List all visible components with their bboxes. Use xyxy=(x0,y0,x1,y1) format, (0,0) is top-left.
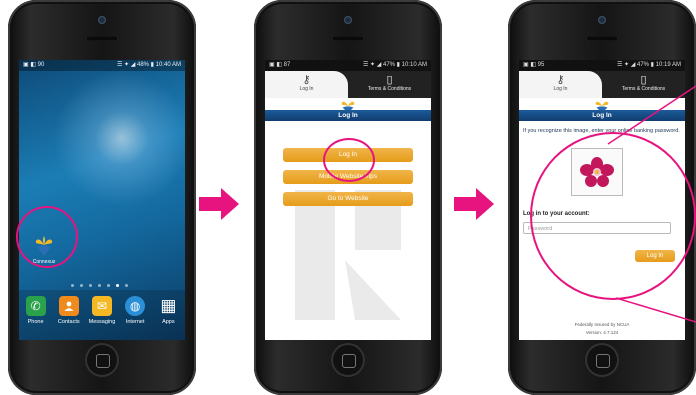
dock-app-phone[interactable]: ✆ Phone xyxy=(21,296,51,325)
speaker-grille xyxy=(586,36,618,41)
dock-app-contacts[interactable]: Contacts xyxy=(54,296,84,325)
arrow-right-icon xyxy=(199,188,239,220)
status-bar: ▣ ◧ 95 ☰ ✦ ◢ 47% ▮ 10:19 AM xyxy=(519,60,685,71)
dock-app-internet[interactable]: ◍ Internet xyxy=(120,296,150,325)
dock-app-messaging[interactable]: ✉ Messaging xyxy=(87,296,117,325)
tab-log-in[interactable]: ⚷ Log In xyxy=(265,71,348,98)
status-left: ▣ ◧ 95 xyxy=(523,62,545,68)
tab-terms[interactable]: ▯ Terms & Conditions xyxy=(348,71,431,98)
camera-icon xyxy=(98,16,106,24)
page-indicator xyxy=(71,284,128,287)
login-menu-screen: ▣ ◧ 87 ☰ ✦ ◢ 47% ▮ 10:10 AM ⚷ Log In ▯ Ter… xyxy=(265,60,431,340)
key-icon: ⚷ xyxy=(302,74,311,86)
status-left: ▣ ◧ 87 xyxy=(269,62,291,68)
phone-login-menu: ▣ ◧ 87 ☰ ✦ ◢ 47% ▮ 10:10 AM ⚷ Log In ▯ Ter… xyxy=(254,0,442,395)
dock-label: Phone xyxy=(27,319,44,325)
status-right: ☰ ✦ ◢ 47% ▮ 10:10 AM xyxy=(362,62,427,68)
home-button[interactable] xyxy=(585,343,619,377)
page-title: Log In xyxy=(265,110,431,121)
camera-icon xyxy=(598,16,606,24)
top-tabs: ⚷ Log In ▯ Terms & Conditions xyxy=(265,71,431,98)
camera-icon xyxy=(344,16,352,24)
speaker-grille xyxy=(86,36,118,41)
status-left: ▣ ◧ 90 xyxy=(23,62,45,68)
app-dock: ✆ Phone Contacts ✉ Messaging ◍ Internet … xyxy=(19,290,185,340)
arrow-right-icon xyxy=(454,188,494,220)
dock-label: Apps xyxy=(162,319,175,325)
dock-app-apps[interactable]: ▦ Apps xyxy=(153,296,183,325)
highlight-circle-login xyxy=(323,138,375,182)
home-button[interactable] xyxy=(85,343,119,377)
contacts-icon xyxy=(58,296,79,316)
messaging-icon: ✉ xyxy=(91,296,112,316)
version-label: Version: 4.7.124 xyxy=(585,330,619,335)
callout-lines xyxy=(607,85,696,323)
status-right: ☰ ✦ ◢ 47% ▮ 10:19 AM xyxy=(616,62,681,68)
speaker-grille xyxy=(332,36,364,41)
document-icon: ▯ xyxy=(386,74,393,86)
dock-label: Internet xyxy=(125,319,145,325)
tab-label: Log In xyxy=(553,86,568,92)
dock-label: Messaging xyxy=(88,319,116,325)
highlight-circle-app xyxy=(16,206,78,268)
tab-label: Terms & Conditions xyxy=(367,86,412,92)
internet-icon: ◍ xyxy=(125,296,146,316)
go-to-website-button[interactable]: Go to Website xyxy=(283,192,413,206)
dock-label: Contacts xyxy=(57,319,80,325)
phone-home-screen: ▣ ◧ 90 ☰ ✦ ◢ 48% ▮ 10:40 AM Connexus ✆ P… xyxy=(8,0,196,395)
home-screen: ▣ ◧ 90 ☰ ✦ ◢ 48% ▮ 10:40 AM Connexus ✆ P… xyxy=(19,60,185,340)
status-bar: ▣ ◧ 90 ☰ ✦ ◢ 48% ▮ 10:40 AM xyxy=(19,60,185,71)
home-button[interactable] xyxy=(331,343,365,377)
status-right: ☰ ✦ ◢ 48% ▮ 10:40 AM xyxy=(116,62,181,68)
phone-icon: ✆ xyxy=(25,296,46,316)
apps-grid-icon: ▦ xyxy=(160,296,177,315)
tab-label: Log In xyxy=(299,86,314,92)
status-bar: ▣ ◧ 87 ☰ ✦ ◢ 47% ▮ 10:10 AM xyxy=(265,60,431,71)
